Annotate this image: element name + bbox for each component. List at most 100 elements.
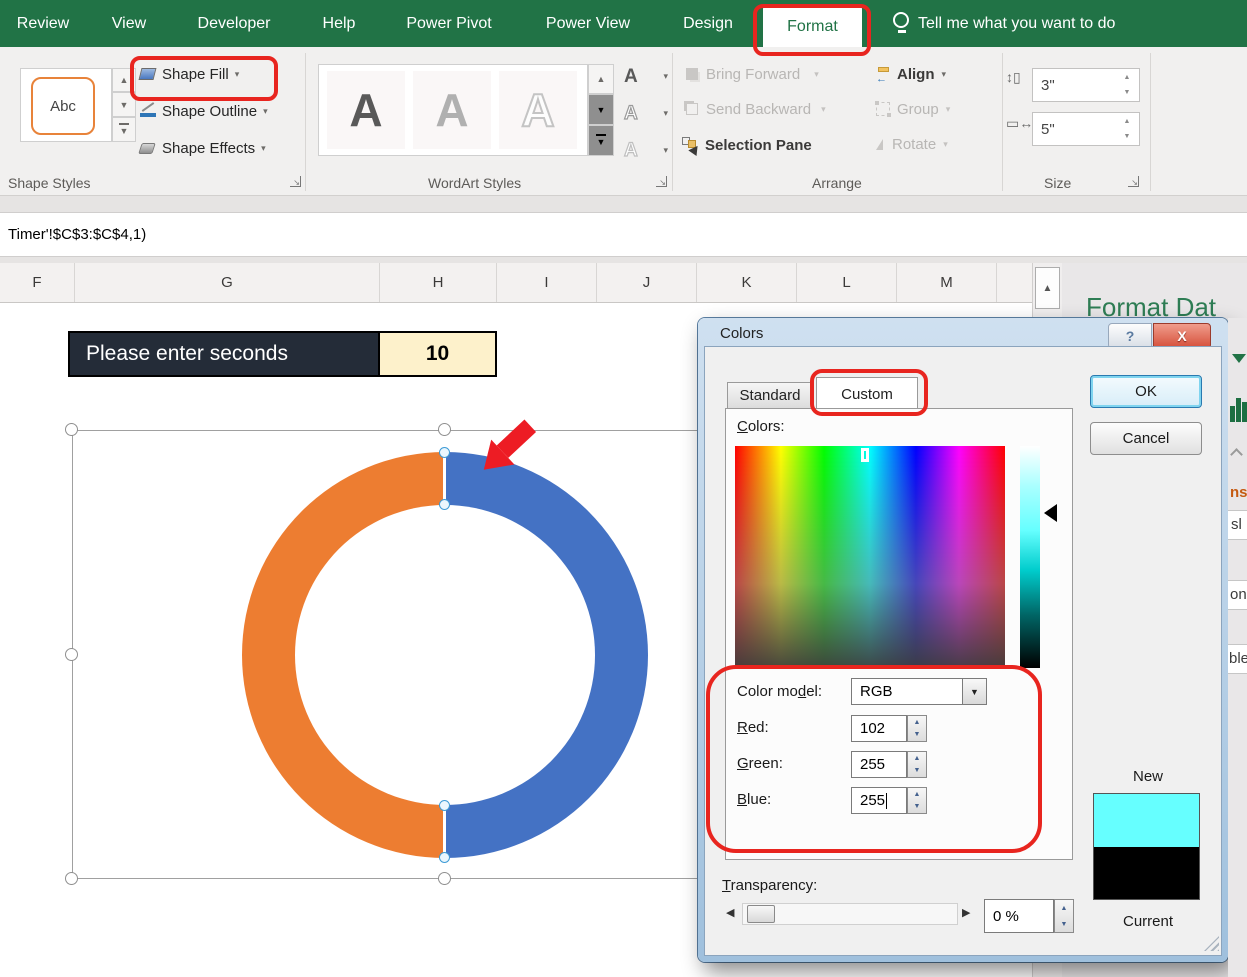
- transparency-input[interactable]: 0 %: [984, 899, 1054, 933]
- tab-power-pivot[interactable]: Power Pivot: [396, 0, 502, 47]
- color-gradient-picker[interactable]: [735, 446, 1005, 668]
- red-spinner[interactable]: ▲▼: [907, 715, 927, 742]
- text-effects-button[interactable]: A▾: [624, 136, 668, 164]
- segment-split-line-bottom: [443, 803, 446, 859]
- data-point-handle[interactable]: [439, 852, 450, 863]
- wordart-style-2[interactable]: A: [413, 71, 491, 149]
- rotate-button[interactable]: Rotate ▾: [876, 131, 986, 157]
- resize-handle-bottom-left[interactable]: [65, 872, 78, 885]
- prompt-value-cell[interactable]: 10: [380, 331, 497, 377]
- wordart-style-3[interactable]: A: [499, 71, 577, 149]
- resize-handle-middle-left[interactable]: [65, 648, 78, 661]
- shape-height-spinner[interactable]: ▲▼: [1118, 70, 1136, 100]
- bring-forward-button[interactable]: Bring Forward ▾: [686, 61, 858, 87]
- formula-bar[interactable]: Timer'!$C$3:$C$4,1): [0, 212, 1247, 257]
- column-header-k[interactable]: K: [697, 263, 797, 302]
- ribbon: Abc ▲ ▼ ▼ Shape Fill ▾ Shape Outline ▾ S…: [0, 47, 1247, 196]
- column-header-h[interactable]: H: [380, 263, 497, 302]
- current-color-swatch: [1094, 847, 1199, 900]
- tab-standard[interactable]: Standard: [727, 382, 813, 409]
- tab-design[interactable]: Design: [674, 0, 742, 47]
- wordart-gallery[interactable]: A A A: [318, 64, 588, 156]
- size-dialog-launcher[interactable]: [1128, 176, 1139, 187]
- column-header-f[interactable]: F: [0, 263, 75, 302]
- tab-format[interactable]: Format: [763, 7, 862, 47]
- column-header-g[interactable]: G: [75, 263, 380, 302]
- slider-left-arrow[interactable]: ◀: [726, 906, 734, 919]
- tab-view[interactable]: View: [104, 0, 154, 47]
- scroll-up-button[interactable]: ▲: [1035, 267, 1060, 309]
- pane-dropdown-icon: [1232, 354, 1246, 363]
- shape-style-preview[interactable]: Abc: [31, 77, 95, 135]
- resize-handle-top-left[interactable]: [65, 423, 78, 436]
- green-label: Green:: [737, 755, 783, 772]
- tab-developer[interactable]: Developer: [186, 0, 282, 47]
- slider-right-arrow[interactable]: ▶: [962, 906, 970, 919]
- green-spinner[interactable]: ▲▼: [907, 751, 927, 778]
- shape-width-spinner[interactable]: ▲▼: [1118, 114, 1136, 144]
- text-outline-button[interactable]: A▾: [624, 99, 668, 127]
- dropdown-arrow-icon[interactable]: ▼: [962, 679, 986, 704]
- chevron-down-icon: ▾: [814, 69, 819, 80]
- selection-pane-button[interactable]: Selection Pane: [682, 131, 852, 159]
- luminance-arrow[interactable]: [1044, 504, 1057, 522]
- excel-window: { "ribbon": { "tabs": [ {"label": "Revie…: [0, 0, 1247, 977]
- red-input[interactable]: 102: [851, 715, 907, 742]
- data-point-handle[interactable]: [439, 499, 450, 510]
- column-header-j[interactable]: J: [597, 263, 697, 302]
- spin-down-icon: ▼: [914, 767, 921, 774]
- ok-button[interactable]: OK: [1090, 375, 1202, 408]
- tab-review[interactable]: Review: [10, 0, 76, 47]
- transparency-slider-thumb[interactable]: [747, 905, 775, 923]
- resize-handle-bottom-middle[interactable]: [438, 872, 451, 885]
- column-header-i[interactable]: I: [497, 263, 597, 302]
- cancel-button[interactable]: Cancel: [1090, 422, 1202, 455]
- wordart-scroll-up[interactable]: ▲: [588, 64, 614, 94]
- wordart-style-1[interactable]: A: [327, 71, 405, 149]
- colors-dialog[interactable]: Colors ? X Standard Custom Colors: Color…: [698, 318, 1228, 962]
- text-fill-button[interactable]: A▾: [624, 62, 668, 90]
- pane-row: sl: [1228, 510, 1247, 540]
- resize-handle-top-middle[interactable]: [438, 423, 451, 436]
- column-header-partial[interactable]: [997, 263, 1032, 302]
- tab-power-view[interactable]: Power View: [536, 0, 640, 47]
- column-header-row: F G H I J K L M: [0, 263, 1032, 303]
- blue-spinner[interactable]: ▲▼: [907, 787, 927, 814]
- pane-row: on: [1228, 580, 1247, 610]
- wordart-dialog-launcher[interactable]: [656, 176, 667, 187]
- transparency-spinner[interactable]: ▲▼: [1054, 899, 1074, 933]
- align-button[interactable]: ← Align ▾: [876, 61, 976, 87]
- column-header-m[interactable]: M: [897, 263, 997, 302]
- ribbon-tab-bar: Review View Developer Help Power Pivot P…: [0, 0, 1247, 47]
- data-point-handle[interactable]: [439, 800, 450, 811]
- color-model-label: Color model:: [737, 683, 822, 700]
- color-picker-marker[interactable]: [861, 448, 869, 462]
- shape-fill-button[interactable]: Shape Fill ▾: [140, 60, 272, 88]
- prompt-label-cell[interactable]: Please enter seconds: [68, 331, 380, 377]
- tab-custom[interactable]: Custom: [816, 377, 918, 410]
- tab-help[interactable]: Help: [313, 0, 365, 47]
- transparency-slider-track[interactable]: [742, 903, 958, 925]
- shape-outline-button[interactable]: Shape Outline ▾: [140, 97, 290, 125]
- shape-effects-button[interactable]: Shape Effects ▾: [140, 134, 290, 162]
- data-point-handle[interactable]: [439, 447, 450, 458]
- luminance-bar[interactable]: [1020, 446, 1040, 668]
- wordart-more-button[interactable]: ▼: [588, 125, 614, 156]
- color-model-select[interactable]: RGB ▼: [851, 678, 987, 705]
- blue-input[interactable]: 255: [851, 787, 907, 814]
- send-backward-button[interactable]: Send Backward ▾: [686, 96, 872, 122]
- column-header-l[interactable]: L: [797, 263, 897, 302]
- group-button[interactable]: Group ▾: [876, 96, 986, 122]
- gallery-more-button[interactable]: ▼: [112, 117, 136, 142]
- shape-style-gallery[interactable]: Abc: [20, 68, 112, 142]
- tell-me-box[interactable]: Tell me what you want to do: [918, 0, 1158, 47]
- pane-chevron-icon: [1230, 448, 1243, 461]
- wordart-scroll-down[interactable]: ▼: [588, 94, 614, 125]
- green-input[interactable]: 255: [851, 751, 907, 778]
- text-effects-icon: A: [624, 141, 638, 160]
- shape-styles-dialog-launcher[interactable]: [290, 176, 301, 187]
- spin-down-icon: ▼: [914, 731, 921, 738]
- gallery-down-button[interactable]: ▼: [112, 92, 136, 117]
- gallery-up-button[interactable]: ▲: [112, 68, 136, 92]
- shape-effects-icon: [138, 143, 156, 154]
